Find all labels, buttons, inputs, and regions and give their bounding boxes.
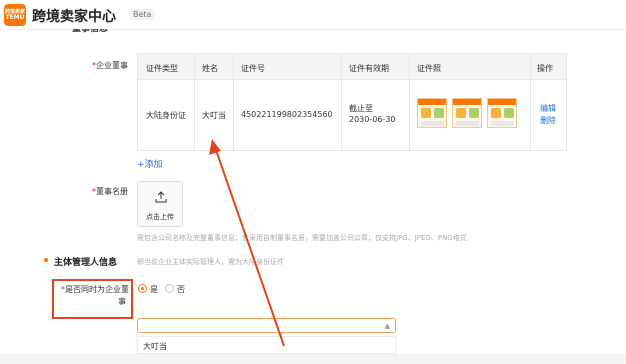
id-photo-thumbnail[interactable] (452, 98, 482, 128)
cell-name: 大叮当 (202, 111, 226, 120)
column-divider (409, 54, 410, 150)
register-label-text: 董事名册 (96, 187, 128, 196)
director-question-line2: 事 (118, 297, 126, 306)
upload-icon (155, 191, 167, 203)
upload-button[interactable]: 点击上传 (137, 181, 183, 227)
delete-link[interactable]: 删除 (540, 115, 556, 126)
column-divider (233, 54, 234, 150)
register-hint: 需包含公司名称及完整董事信息；若采用自制董事名册，需要加盖公司公章；仅支持JPG… (137, 234, 467, 242)
column-divider (341, 54, 342, 150)
top-bar: 跨境卖家 TEMU 跨境卖家中心 Beta (0, 0, 626, 30)
cell-id-type: 大陆身份证 (146, 111, 186, 120)
dropdown-option[interactable]: 大叮当 (143, 341, 167, 352)
director-label: *企业董事 (70, 60, 128, 71)
director-question-label: *是否同时为企业董 (56, 284, 129, 295)
register-label: *董事名册 (70, 186, 128, 197)
temu-logo[interactable]: 跨境卖家 TEMU (4, 4, 26, 26)
id-photo-thumbnail[interactable] (417, 98, 447, 128)
director-question-line1: 是否同时为企业董 (65, 285, 129, 294)
cell-validity-prefix: 截止至 (349, 104, 373, 113)
cell-id-number: 450221199802354560 (241, 110, 333, 119)
section-title-peek: 董事信息 (72, 29, 109, 34)
chevron-up-icon: ▲ (384, 322, 390, 330)
cell-validity-date: 2030-06-30 (349, 115, 396, 124)
column-header-id-type: 证件类型 (146, 64, 178, 73)
column-header-id-number: 证件号 (241, 64, 265, 73)
page-bottom-strip (0, 354, 626, 364)
id-photo-thumbnail[interactable] (487, 98, 517, 128)
column-header-id-photo: 证件照 (417, 64, 441, 73)
director-select[interactable]: ▲ (137, 318, 396, 333)
add-director-link[interactable]: +添加 (137, 157, 163, 170)
director-label-text: 企业董事 (96, 61, 128, 70)
logo-text-en: TEMU (5, 13, 25, 21)
upload-text: 点击上传 (146, 213, 174, 221)
column-divider (194, 54, 195, 150)
app-title: 跨境卖家中心 (32, 9, 116, 25)
radio-yes[interactable] (138, 284, 147, 293)
section-bullet (44, 258, 48, 262)
edit-link[interactable]: 编辑 (540, 103, 556, 114)
select-dropdown: 大叮当 (137, 336, 396, 354)
beta-badge: Beta (129, 9, 156, 20)
column-header-actions: 操作 (537, 64, 553, 73)
radio-no-label[interactable]: 否 (177, 284, 185, 295)
column-header-name: 姓名 (202, 64, 218, 73)
column-header-validity: 证件有效期 (349, 64, 389, 73)
manager-section-subtitle: 即当前企业主体实际管理人，需为大陆身份证件 (137, 258, 284, 266)
radio-yes-label[interactable]: 是 (150, 284, 158, 295)
column-divider (530, 54, 531, 150)
manager-section-title: 主体管理人信息 (54, 258, 118, 268)
radio-no[interactable] (165, 284, 174, 293)
director-table: 证件类型 姓名 证件号 证件有效期 证件照 操作 大陆身份证 大叮当 45022… (137, 53, 567, 151)
